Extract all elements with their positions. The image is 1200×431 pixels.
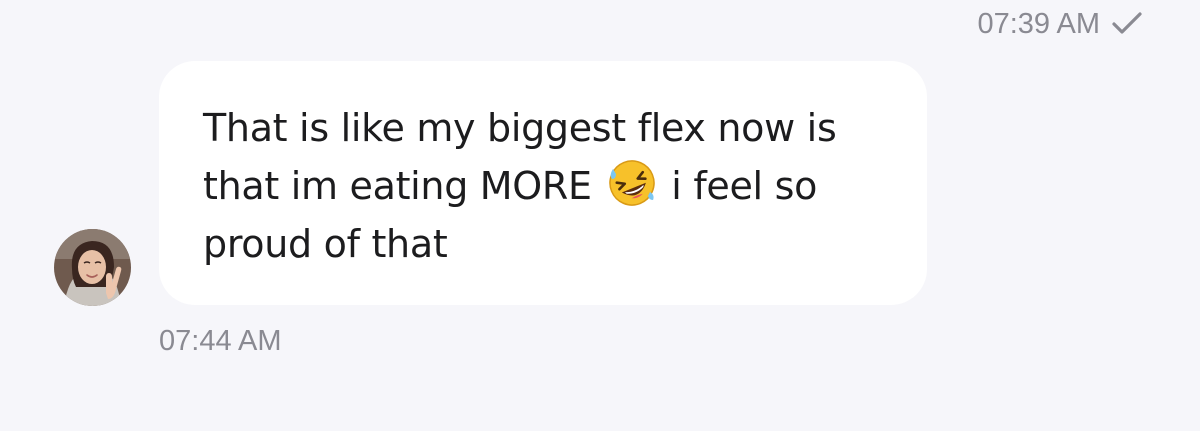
rolling-on-the-floor-laughing-emoji-icon <box>606 157 658 209</box>
sent-message-time: 07:39 AM <box>977 8 1100 40</box>
received-message-time: 07:44 AM <box>159 325 282 357</box>
message-line-1: That is like my biggest flex now is <box>203 106 837 150</box>
message-text-part: i feel so <box>671 164 818 208</box>
check-icon <box>1110 9 1144 39</box>
message-text-part: that im eating MORE <box>203 164 592 208</box>
message-bubble[interactable]: That is like my biggest flex now is that… <box>159 61 927 305</box>
message-line-2: that im eating MORE i feel so <box>203 157 887 215</box>
message-line-3: proud of that <box>203 222 448 266</box>
sent-message-meta: 07:39 AM <box>977 6 1144 42</box>
avatar[interactable] <box>54 229 131 306</box>
